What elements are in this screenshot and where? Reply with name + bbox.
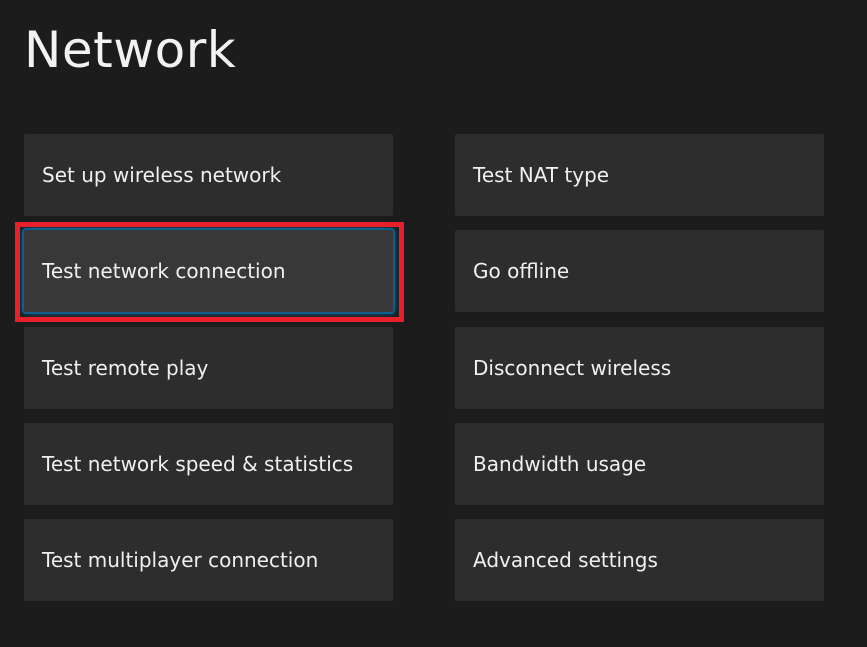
tile-label: Advanced settings: [473, 548, 658, 572]
tile-label: Disconnect wireless: [473, 356, 672, 380]
page-title: Network: [24, 21, 237, 79]
tile-label: Test network speed & statistics: [42, 452, 354, 476]
tile-label: Go offline: [473, 259, 570, 283]
test-network-speed-statistics-button[interactable]: Test network speed & statistics: [24, 423, 393, 505]
tile-label: Test multiplayer connection: [42, 548, 319, 572]
test-network-connection-button[interactable]: Test network connection: [24, 230, 393, 312]
test-nat-type-button[interactable]: Test NAT type: [455, 134, 824, 216]
bandwidth-usage-button[interactable]: Bandwidth usage: [455, 423, 824, 505]
advanced-settings-button[interactable]: Advanced settings: [455, 519, 824, 601]
tile-label: Test network connection: [42, 259, 286, 283]
tile-label: Set up wireless network: [42, 163, 282, 187]
go-offline-button[interactable]: Go offline: [455, 230, 824, 312]
set-up-wireless-network-button[interactable]: Set up wireless network: [24, 134, 393, 216]
tile-label: Bandwidth usage: [473, 452, 647, 476]
tile-label: Test remote play: [42, 356, 209, 380]
disconnect-wireless-button[interactable]: Disconnect wireless: [455, 327, 824, 409]
test-multiplayer-connection-button[interactable]: Test multiplayer connection: [24, 519, 393, 601]
tile-label: Test NAT type: [473, 163, 610, 187]
test-remote-play-button[interactable]: Test remote play: [24, 327, 393, 409]
